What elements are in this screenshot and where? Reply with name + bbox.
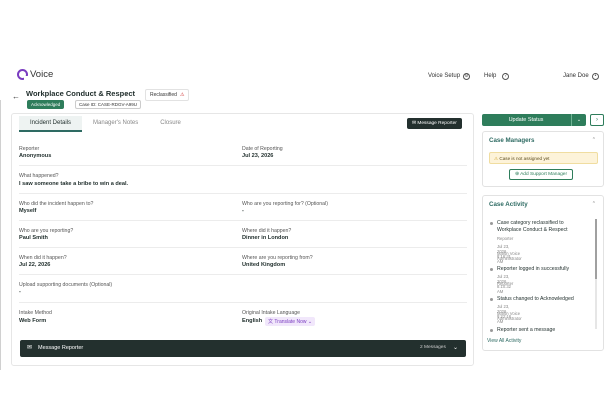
reclassified-badge: Reclassified ⚠: [145, 89, 190, 101]
what-happened-value: I saw someone take a bribe to win a deal…: [19, 181, 129, 187]
who-reporting-value: Paul Smith: [19, 235, 48, 241]
chevron-down-icon[interactable]: ⌄: [124, 90, 129, 97]
view-all-activity-link[interactable]: View All Activity: [487, 338, 521, 344]
activity-actor: Reporter: [497, 281, 514, 286]
case-id-badge: Case ID: CASE-RDGV-A99U: [75, 100, 142, 109]
translate-now-button[interactable]: 文 Translate Now ⌄: [265, 317, 316, 326]
brand-logo[interactable]: Voice: [17, 69, 53, 80]
message-reporter-button[interactable]: ✉ Message Reporter: [407, 118, 462, 129]
intake-method-value: Web Form: [19, 318, 47, 324]
activity-headline: Reporter sent a message: [497, 327, 556, 333]
mail-icon: ✉: [412, 121, 417, 126]
update-status-label: Update Status: [508, 117, 544, 123]
reporting-from-label: Where are you reporting from?: [242, 255, 313, 261]
left-edge-line: [0, 100, 1, 370]
back-arrow-icon[interactable]: ←: [12, 92, 20, 101]
chevron-up-icon[interactable]: ⌃: [592, 137, 596, 143]
case-managers-panel: Case Managers ⌃ ⚠ Case is not assigned y…: [482, 131, 604, 187]
divider: [19, 302, 467, 303]
translate-icon: 文: [268, 319, 274, 325]
help-icon[interactable]: ?: [502, 73, 509, 80]
who-reporting-label: Who are you reporting?: [19, 228, 74, 234]
tab-incident-details[interactable]: Incident Details: [19, 116, 83, 132]
activity-actor: Martin Voice Administrator: [497, 251, 522, 261]
intake-language-value: English: [242, 318, 263, 324]
reporting-for-value: -: [242, 208, 244, 214]
panel-toggle-button[interactable]: ›: [590, 114, 604, 126]
add-support-manager-label: Add Support Manager: [520, 172, 568, 177]
activity-dot: [490, 268, 493, 271]
activity-dot: [490, 329, 493, 332]
add-user-icon: ⊕: [515, 172, 520, 177]
when-value: Jul 22, 2026: [19, 262, 51, 268]
activity-headline: Status changed to Acknowledged: [497, 296, 574, 302]
warning-icon: ⚠: [494, 156, 499, 161]
gear-icon[interactable]: ⚙: [463, 73, 470, 80]
tab-bar: Incident Details Manager's Notes Closure: [19, 116, 192, 132]
message-reporter-label: Message Reporter: [417, 121, 457, 126]
voice-logo-icon: [17, 69, 28, 80]
warning-icon: ⚠: [179, 92, 185, 98]
mail-icon: ✉: [27, 345, 33, 351]
activity-headline: Case category reclassified to Workplace …: [497, 220, 568, 233]
reporting-for-label: Who are you reporting for? (Optional): [242, 201, 328, 207]
where-label: Where did it happen?: [242, 228, 292, 234]
divider: [19, 274, 467, 275]
divider: [19, 193, 467, 194]
add-support-manager-button[interactable]: ⊕ Add Support Manager: [509, 169, 574, 180]
top-navigation: Voice Voice Setup ⚙ Help ? Jane Doe •: [0, 64, 610, 90]
where-value: Dinner in London: [242, 235, 289, 241]
divider: [19, 220, 467, 221]
unassigned-notice: ⚠ Case is not assigned yet: [489, 152, 598, 164]
reporter-label: Reporter: [19, 146, 40, 152]
case-activity-panel: Case Activity ⌃ Case category reclassifi…: [482, 195, 604, 351]
chevron-up-icon[interactable]: ⌃: [592, 201, 596, 207]
activity-headline: Reporter logged in successfully: [497, 266, 570, 272]
intake-language-label: Original Intake Language: [242, 310, 300, 316]
tab-managers-notes[interactable]: Manager's Notes: [82, 116, 149, 132]
scrollbar-thumb[interactable]: [595, 219, 597, 279]
voice-setup-link[interactable]: Voice Setup: [428, 73, 460, 79]
message-bar-title: Message Reporter: [38, 345, 84, 351]
user-avatar-icon[interactable]: •: [592, 73, 599, 80]
what-happened-label: What happened?: [19, 173, 59, 179]
reporter-value: Anonymous: [19, 153, 52, 159]
chevron-down-icon: ⌄: [307, 319, 313, 325]
upload-label: Upload supporting documents (Optional): [19, 282, 113, 288]
case-managers-title: Case Managers: [489, 137, 535, 144]
chevron-down-icon[interactable]: ⌄: [453, 344, 458, 351]
reclassified-label: Reclassified: [150, 92, 177, 98]
divider: [19, 165, 467, 166]
activity-dot: [490, 222, 493, 225]
update-status-dropdown-icon[interactable]: ⌄: [571, 114, 586, 126]
unassigned-notice-text: Case is not assigned yet: [499, 156, 550, 161]
intake-method-label: Intake Method: [19, 310, 52, 316]
message-reporter-bar[interactable]: ✉ Message Reporter 2 Messages ⌄: [20, 340, 466, 357]
who-happen-label: Who did the incident happen to?: [19, 201, 94, 207]
help-link[interactable]: Help: [484, 73, 496, 79]
activity-dot: [490, 298, 493, 301]
translate-label: Translate Now: [274, 319, 307, 325]
case-activity-title: Case Activity: [489, 201, 528, 208]
date-label: Date of Reporting: [242, 146, 283, 152]
who-happen-value: Myself: [19, 208, 37, 214]
upload-value: -: [19, 289, 21, 295]
reporting-from-value: United Kingdom: [242, 262, 286, 268]
activity-source: Reporter: [497, 236, 514, 241]
user-name[interactable]: Jane Doe: [563, 73, 589, 79]
brand-name: Voice: [30, 69, 54, 80]
incident-card: Incident Details Manager's Notes Closure…: [11, 113, 474, 366]
divider: [19, 247, 467, 248]
case-title: Workplace Conduct & Respect: [26, 89, 136, 98]
activity-scrollbar[interactable]: [595, 219, 597, 329]
status-badge: Acknowledged: [27, 100, 65, 109]
activity-actor: Martin Voice Administrator: [497, 311, 522, 321]
update-status-button[interactable]: Update Status ⌄: [482, 114, 586, 126]
date-value: Jul 23, 2026: [242, 153, 274, 159]
tab-closure[interactable]: Closure: [149, 116, 192, 132]
when-label: When did it happen?: [19, 255, 67, 261]
message-count: 2 Messages: [420, 345, 446, 350]
